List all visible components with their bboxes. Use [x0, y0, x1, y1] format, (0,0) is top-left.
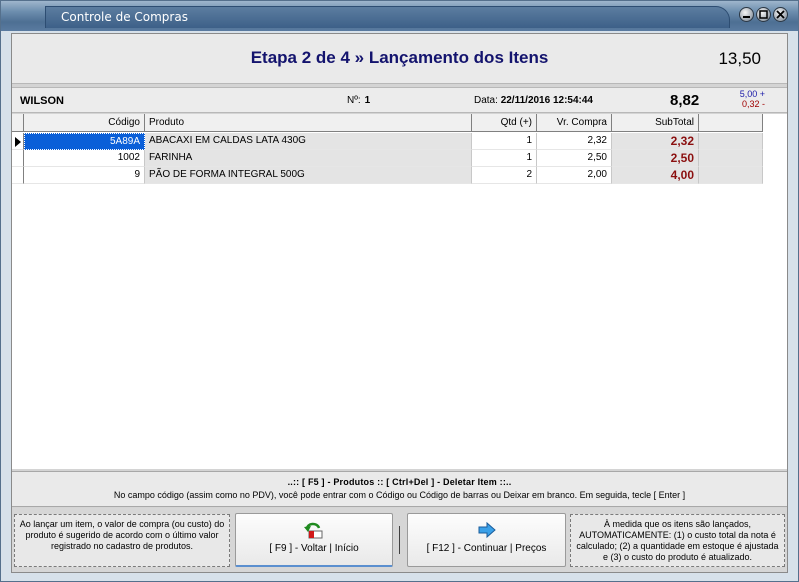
cell-qtd[interactable]: 1: [472, 150, 537, 167]
info-bar: WILSON Nº: 1 Data: 22/11/2016 12:54:44 8,…: [12, 87, 787, 113]
column-header-codigo[interactable]: Código: [24, 114, 145, 132]
cell-produto[interactable]: ABACAXI EM CALDAS LATA 430G: [145, 133, 472, 150]
column-header-qtd[interactable]: Qtd (+): [472, 114, 537, 132]
back-button-label: [ F9 ] - Voltar | Início: [269, 543, 359, 554]
invoice-date: Data: 22/11/2016 12:54:44: [474, 95, 593, 106]
cell-codigo[interactable]: 5A89A: [24, 133, 145, 150]
cell-blank: [699, 150, 763, 167]
continue-button[interactable]: [ F12 ] - Continuar | Preços: [407, 513, 566, 567]
column-header-subtotal[interactable]: SubTotal: [612, 114, 699, 132]
cell-qtd[interactable]: 1: [472, 133, 537, 150]
close-button[interactable]: [773, 7, 788, 22]
cell-subtotal: 4,00: [612, 167, 699, 184]
window-controls: [739, 7, 788, 22]
footer: Ao lançar um item, o valor de compra (ou…: [12, 508, 787, 572]
button-separator: [399, 526, 401, 554]
arrow-right-icon: [478, 521, 496, 539]
items-total: 8,82: [670, 92, 700, 109]
step-header: Etapa 2 de 4 » Lançamento dos Itens 13,5…: [12, 34, 787, 84]
main-window: Controle de Compras Etapa 2 de 4 » Lança…: [0, 0, 799, 582]
code-field-tip: No campo código (assim como no PDV), voc…: [113, 490, 686, 500]
table-row[interactable]: 1002 FARINHA 1 2,50 2,50: [12, 150, 763, 167]
maximize-icon: [759, 10, 768, 19]
continue-button-label: [ F12 ] - Continuar | Preços: [426, 543, 547, 554]
supplier-name: WILSON: [20, 95, 64, 107]
cell-blank: [699, 167, 763, 184]
step-title: Etapa 2 de 4 » Lançamento dos Itens: [250, 48, 549, 67]
grid-header: Código Produto Qtd (+) Vr. Compra SubTot…: [12, 114, 763, 132]
current-row-arrow-icon: [15, 137, 21, 147]
row-indicator: [12, 150, 24, 167]
invoice-number-label: Nº:: [347, 95, 361, 106]
back-button[interactable]: [ F9 ] - Voltar | Início: [235, 513, 393, 567]
cell-vr-compra[interactable]: 2,32: [537, 133, 612, 150]
table-row[interactable]: 9 PÃO DE FORMA INTEGRAL 500G 2 2,00 4,00: [12, 167, 763, 184]
cell-subtotal: 2,32: [612, 133, 699, 150]
difference-values: 5,00 + 0,32 -: [735, 89, 765, 109]
shortcut-hints: ..:: [ F5 ] - Produtos :: [ Ctrl+Del ] -…: [287, 477, 512, 487]
automatic-update-note: À medida que os itens são lançados, AUTO…: [570, 514, 785, 567]
cell-vr-compra[interactable]: 2,00: [537, 167, 612, 184]
grid-header-indicator: [12, 114, 24, 132]
column-header-blank: [699, 114, 763, 132]
invoice-date-label: Data:: [474, 95, 498, 106]
window-title: Controle de Compras: [61, 10, 188, 24]
cell-qtd[interactable]: 2: [472, 167, 537, 184]
difference-plus: 5,00 +: [739, 89, 765, 99]
title-tab: Controle de Compras: [45, 6, 730, 28]
column-header-vr-compra[interactable]: Vr. Compra: [537, 114, 612, 132]
cell-blank: [699, 133, 763, 150]
help-bar: ..:: [ F5 ] - Produtos :: [ Ctrl+Del ] -…: [12, 471, 787, 507]
minimize-button[interactable]: [739, 7, 754, 22]
row-indicator: [12, 133, 24, 150]
close-icon: [776, 10, 785, 19]
invoice-number: Nº: 1: [347, 95, 370, 106]
content-panel: Etapa 2 de 4 » Lançamento dos Itens 13,5…: [11, 33, 788, 573]
cell-produto[interactable]: PÃO DE FORMA INTEGRAL 500G: [145, 167, 472, 184]
undo-icon: [304, 522, 323, 539]
row-indicator: [12, 167, 24, 184]
table-row[interactable]: 5A89A ABACAXI EM CALDAS LATA 430G 1 2,32…: [12, 133, 763, 150]
cell-vr-compra[interactable]: 2,50: [537, 150, 612, 167]
header-total: 13,50: [718, 49, 761, 68]
maximize-button[interactable]: [756, 7, 771, 22]
minimize-icon: [743, 16, 750, 18]
difference-minus: 0,32 -: [741, 99, 765, 109]
column-header-produto[interactable]: Produto: [145, 114, 472, 132]
purchase-value-note: Ao lançar um item, o valor de compra (ou…: [14, 514, 230, 567]
title-bar[interactable]: Controle de Compras: [1, 1, 798, 31]
invoice-date-value: 22/11/2016 12:54:44: [500, 95, 593, 106]
cell-codigo[interactable]: 9: [24, 167, 145, 184]
cell-subtotal: 2,50: [612, 150, 699, 167]
invoice-number-value: 1: [364, 95, 371, 106]
items-grid[interactable]: Código Produto Qtd (+) Vr. Compra SubTot…: [12, 114, 787, 469]
cell-codigo[interactable]: 1002: [24, 150, 145, 167]
cell-produto[interactable]: FARINHA: [145, 150, 472, 167]
